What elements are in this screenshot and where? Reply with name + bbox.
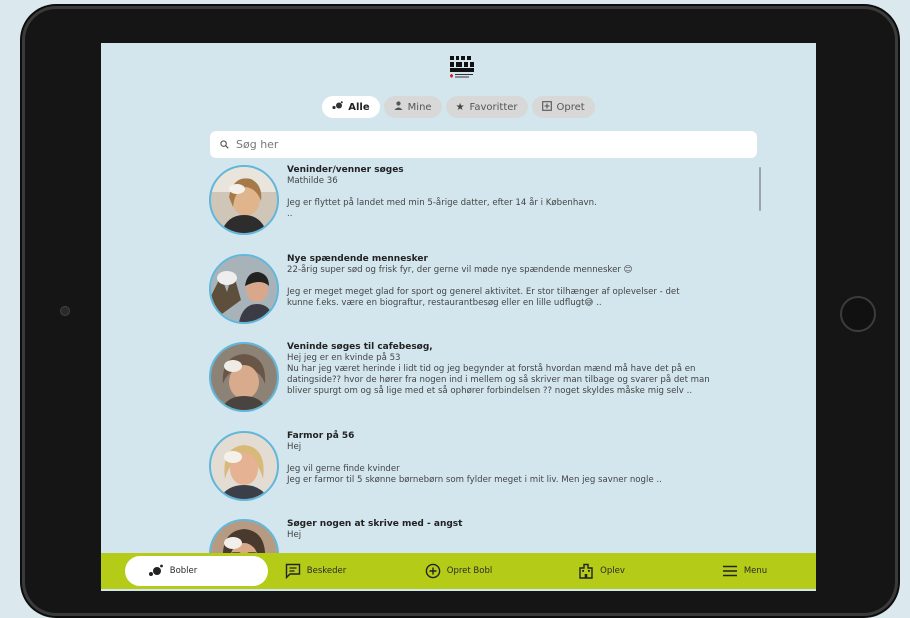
- post-title: Veninde søges til cafebesøg,: [287, 342, 433, 352]
- app-logo: [450, 56, 474, 78]
- tab-label: Opret Bobl: [446, 566, 493, 576]
- list-item[interactable]: Veninde søges til cafebesøg, Hej jeg er …: [209, 342, 769, 424]
- avatar: [209, 254, 279, 324]
- filter-opret[interactable]: Opret: [531, 96, 595, 118]
- post-title: Farmor på 56: [287, 431, 355, 441]
- home-button[interactable]: [840, 296, 876, 332]
- camera: [60, 306, 70, 316]
- list-item[interactable]: Farmor på 56 Hej Jeg vil gerne finde kvi…: [209, 431, 769, 513]
- plus-circle-icon: [425, 563, 441, 579]
- list-item[interactable]: Veninder/venner søges Mathilde 36 Jeg er…: [209, 165, 769, 247]
- post-subtitle: Mathilde 36: [287, 176, 338, 186]
- message-icon: [285, 563, 300, 579]
- filter-favoritter[interactable]: ★ Favoritter: [445, 96, 528, 118]
- post-title: Søger nogen at skrive med - angst: [287, 519, 463, 529]
- post-body: Jeg er farmor til 5 skønne børnebørn som…: [287, 475, 662, 485]
- tablet-frame: Alle Mine ★ Favoritter Opret Søg her Ven…: [22, 6, 898, 616]
- post-body: Jeg er flyttet på landet med min 5-årige…: [287, 198, 597, 208]
- avatar: [209, 165, 279, 235]
- plus-square-icon: [541, 100, 552, 114]
- filter-label: Opret: [556, 101, 585, 113]
- hamburger-icon: [722, 565, 737, 577]
- tab-opret-bobl[interactable]: Opret Bobl: [387, 553, 530, 589]
- app-screen: Alle Mine ★ Favoritter Opret Søg her Ven…: [101, 43, 816, 591]
- filter-mine[interactable]: Mine: [383, 96, 442, 118]
- tab-menu[interactable]: Menu: [673, 553, 816, 589]
- filter-bar: Alle Mine ★ Favoritter Opret: [101, 96, 816, 118]
- list-item[interactable]: Nye spændende mennesker 22-årig super sø…: [209, 254, 769, 336]
- filter-label: Mine: [407, 101, 432, 113]
- post-title: Veninder/venner søges: [287, 165, 404, 175]
- tab-oplev[interactable]: Oplev: [530, 553, 673, 589]
- person-icon: [394, 101, 403, 113]
- avatar: [209, 342, 279, 412]
- star-icon: ★: [455, 101, 465, 113]
- post-body: datingside?? hvor de hører fra nogen ind…: [287, 375, 710, 385]
- building-icon: [579, 563, 593, 579]
- tab-label: Beskeder: [306, 566, 347, 576]
- search-bar[interactable]: [210, 131, 757, 158]
- post-body: Jeg er meget meget glad for sport og gen…: [287, 287, 680, 297]
- filter-label: Favoritter: [469, 101, 518, 113]
- post-subtitle: Hej: [287, 442, 302, 452]
- tab-label: Oplev: [600, 566, 625, 576]
- avatar: [209, 431, 279, 501]
- post-title: Nye spændende mennesker: [287, 254, 428, 264]
- post-body: bliver spurgt om og så lige med et så op…: [287, 386, 693, 396]
- post-subtitle: Hej: [287, 530, 302, 540]
- filter-alle[interactable]: Alle: [322, 96, 380, 118]
- tab-label: Bobler: [169, 566, 198, 576]
- post-body: kunne f.eks. være en biograftur, restaur…: [287, 298, 602, 308]
- search-icon: [220, 140, 229, 149]
- tab-bobler[interactable]: Bobler: [101, 553, 244, 589]
- tab-label: Menu: [743, 566, 768, 576]
- post-body: ..: [287, 209, 293, 219]
- bubbles-icon: [148, 564, 163, 576]
- bubbles-icon: [332, 101, 344, 113]
- bottom-tab-bar: Bobler Beskeder Opret Bobl Oplev Menu: [101, 553, 816, 589]
- post-subtitle: 22-årig super sød og frisk fyr, der gern…: [287, 265, 633, 275]
- search-input[interactable]: [234, 137, 738, 152]
- post-body: Jeg vil gerne finde kvinder: [287, 464, 400, 474]
- filter-label: Alle: [348, 101, 370, 113]
- post-subtitle: Hej jeg er en kvinde på 53: [287, 353, 401, 363]
- post-body: Nu har jeg været herinde i lidt tid og j…: [287, 364, 696, 374]
